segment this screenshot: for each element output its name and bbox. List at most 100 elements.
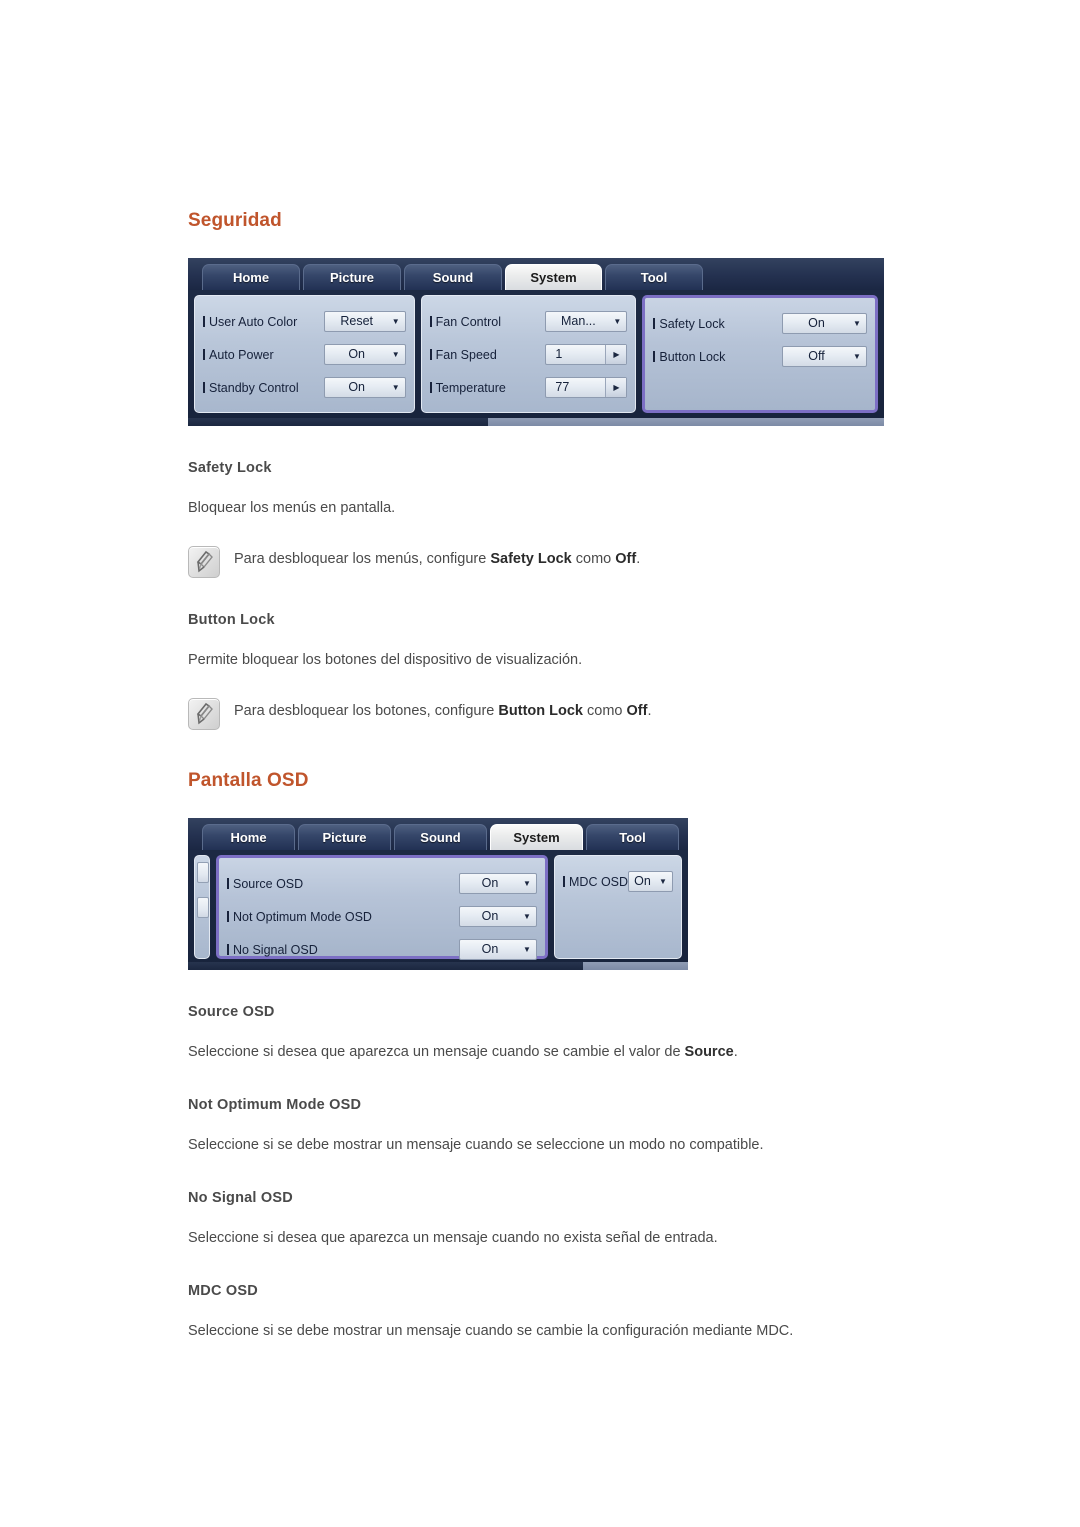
tab-home[interactable]: Home	[202, 264, 300, 290]
paragraph-not-optimum-mode-osd: Seleccione si se debe mostrar un mensaje…	[188, 1137, 764, 1154]
osd-row-temperature[interactable]: Temperature 77 ▶	[430, 371, 628, 404]
note-text: Para desbloquear los botones, configure …	[234, 697, 651, 722]
note-post: .	[647, 703, 652, 720]
osd-dropdown-mdc-osd[interactable]: On ▼	[628, 871, 673, 893]
osd-row-label: No Signal OSD	[227, 943, 318, 957]
paragraph-source-osd: Seleccione si desea que aparezca un mens…	[188, 1042, 948, 1063]
osd-row-label: Auto Power	[203, 348, 274, 362]
osd-row-standby-control[interactable]: Standby Control On ▼	[203, 371, 406, 404]
osd-group-security-highlighted: Safety Lock On ▼ Button Lock Off ▼	[642, 295, 878, 413]
arrow-right-icon[interactable]: ▶	[605, 345, 627, 364]
chevron-down-icon: ▼	[391, 383, 400, 392]
note-button-lock: Para desbloquear los botones, configure …	[188, 697, 948, 731]
osd-dropdown-value: On	[808, 316, 825, 330]
osd-row-label: Standby Control	[203, 381, 299, 395]
osd-group-general: User Auto Color Reset ▼ Auto Power On ▼	[194, 295, 415, 413]
chevron-down-icon: ▼	[523, 945, 531, 955]
osd-dropdown-fan-control[interactable]: Man... ▼	[545, 311, 628, 332]
osd-dropdown-partial[interactable]	[197, 862, 209, 884]
osd-row-label: User Auto Color	[203, 315, 297, 329]
osd-dropdown-standby-control[interactable]: On ▼	[323, 377, 406, 398]
note-pencil-icon	[188, 698, 220, 731]
tab-picture[interactable]: Picture	[298, 824, 391, 851]
paragraph-button-lock: Permite bloquear los botones del disposi…	[188, 652, 583, 669]
osd-dropdown-safety-lock[interactable]: On ▼	[782, 313, 867, 334]
heading-no-signal-osd: No Signal OSD	[188, 1190, 293, 1207]
osd-dropdown-no-signal-osd[interactable]: On ▼	[459, 939, 537, 961]
tab-picture[interactable]: Picture	[303, 264, 401, 290]
heading-mdc-osd: MDC OSD	[188, 1283, 258, 1300]
osd-preview-system-security: Home Picture Sound System Tool User Auto…	[188, 258, 884, 426]
osd-dropdown-user-auto-color[interactable]: Reset ▼	[323, 311, 406, 332]
osd-body: User Auto Color Reset ▼ Auto Power On ▼	[188, 290, 884, 426]
osd-dropdown-value: On	[481, 942, 499, 957]
tab-home[interactable]: Home	[202, 824, 295, 851]
osd-spinner-value: 1	[555, 347, 563, 361]
tab-system[interactable]: System	[505, 264, 602, 290]
osd-dropdown-button-lock[interactable]: Off ▼	[782, 346, 867, 367]
osd-horizontal-scrollbar[interactable]	[188, 418, 884, 426]
osd-row-label: Not Optimum Mode OSD	[227, 910, 372, 924]
osd-scrollbar-thumb[interactable]	[188, 962, 583, 971]
page-title-seguridad: Seguridad	[188, 210, 282, 231]
osd-dropdown-partial[interactable]	[197, 897, 209, 919]
note-safety-lock: Para desbloquear los menús, configure Sa…	[188, 545, 948, 579]
osd-scrollbar-thumb[interactable]	[188, 418, 488, 426]
osd-row-auto-power[interactable]: Auto Power On ▼	[203, 338, 406, 371]
osd-row-source-osd[interactable]: Source OSD On ▼	[227, 867, 537, 900]
osd-preview-system-osd-display: Home Picture Sound System Tool Source OS…	[188, 818, 688, 971]
paragraph-mdc-osd: Seleccione si se debe mostrar un mensaje…	[188, 1323, 794, 1340]
tab-tool[interactable]: Tool	[605, 264, 703, 290]
arrow-right-icon[interactable]: ▶	[605, 378, 627, 397]
paragraph-safety-lock: Bloquear los menús en pantalla.	[188, 500, 396, 516]
osd-dropdown-source-osd[interactable]: On ▼	[459, 873, 537, 895]
osd-row-label: MDC OSD	[563, 875, 628, 889]
paragraph-no-signal-osd: Seleccione si desea que aparezca un mens…	[188, 1230, 718, 1247]
osd-group-partial-offscreen	[194, 855, 210, 960]
osd-row-not-optimum-mode-osd[interactable]: Not Optimum Mode OSD On ▼	[227, 900, 537, 933]
chevron-down-icon: ▼	[659, 877, 667, 887]
osd-row-user-auto-color[interactable]: User Auto Color Reset ▼	[203, 305, 406, 338]
osd-dropdown-value: On	[481, 876, 499, 891]
note-pencil-icon	[188, 546, 220, 579]
paragraph-pre: Seleccione si desea que aparezca un mens…	[188, 1044, 685, 1061]
chevron-down-icon: ▼	[613, 317, 622, 326]
osd-row-mdc-osd[interactable]: MDC OSD On ▼	[563, 865, 673, 898]
osd-dropdown-value: On	[481, 909, 499, 924]
chevron-down-icon: ▼	[391, 317, 400, 326]
chevron-down-icon: ▼	[391, 350, 400, 359]
osd-dropdown-value: On	[348, 347, 366, 361]
tab-sound[interactable]: Sound	[394, 824, 487, 851]
osd-row-label: Temperature	[430, 381, 506, 395]
osd-tabbar: Home Picture Sound System Tool	[188, 818, 688, 851]
osd-dropdown-not-optimum-mode-osd[interactable]: On ▼	[459, 906, 537, 928]
osd-spinner-fan-speed[interactable]: 1 ▶	[545, 344, 628, 365]
osd-row-safety-lock[interactable]: Safety Lock On ▼	[653, 307, 867, 340]
heading-not-optimum-mode-osd: Not Optimum Mode OSD	[188, 1097, 362, 1114]
chevron-down-icon: ▼	[853, 352, 861, 361]
osd-dropdown-value: Off	[808, 349, 825, 363]
tab-tool[interactable]: Tool	[586, 824, 679, 851]
osd-row-fan-control[interactable]: Fan Control Man... ▼	[430, 305, 628, 338]
osd-dropdown-value: Man...	[561, 314, 596, 328]
note-bold-setting: Safety Lock	[490, 551, 572, 568]
note-post: .	[636, 551, 641, 568]
tab-system[interactable]: System	[490, 824, 583, 851]
osd-group-fan: Fan Control Man... ▼ Fan Speed 1 ▶ Tempe…	[420, 295, 637, 413]
osd-body: Source OSD On ▼ Not Optimum Mode OSD On …	[188, 850, 688, 971]
osd-dropdown-value: On	[348, 380, 366, 394]
osd-row-fan-speed[interactable]: Fan Speed 1 ▶	[430, 338, 628, 371]
page-content: Seguridad Home Picture Sound System Tool…	[188, 210, 948, 1342]
note-pre: Para desbloquear los botones, configure	[234, 703, 499, 720]
tab-sound[interactable]: Sound	[404, 264, 502, 290]
osd-horizontal-scrollbar[interactable]	[188, 962, 688, 971]
osd-row-button-lock[interactable]: Button Lock Off ▼	[653, 340, 867, 373]
heading-source-osd: Source OSD	[188, 1004, 275, 1021]
chevron-down-icon: ▼	[523, 912, 531, 922]
osd-spinner-temperature[interactable]: 77 ▶	[545, 377, 628, 398]
osd-row-label: Fan Speed	[430, 348, 497, 362]
osd-dropdown-auto-power[interactable]: On ▼	[323, 344, 406, 365]
osd-group-osd-display-highlighted: Source OSD On ▼ Not Optimum Mode OSD On …	[216, 855, 548, 961]
heading-button-lock: Button Lock	[188, 612, 275, 629]
note-mid: como	[571, 551, 616, 568]
